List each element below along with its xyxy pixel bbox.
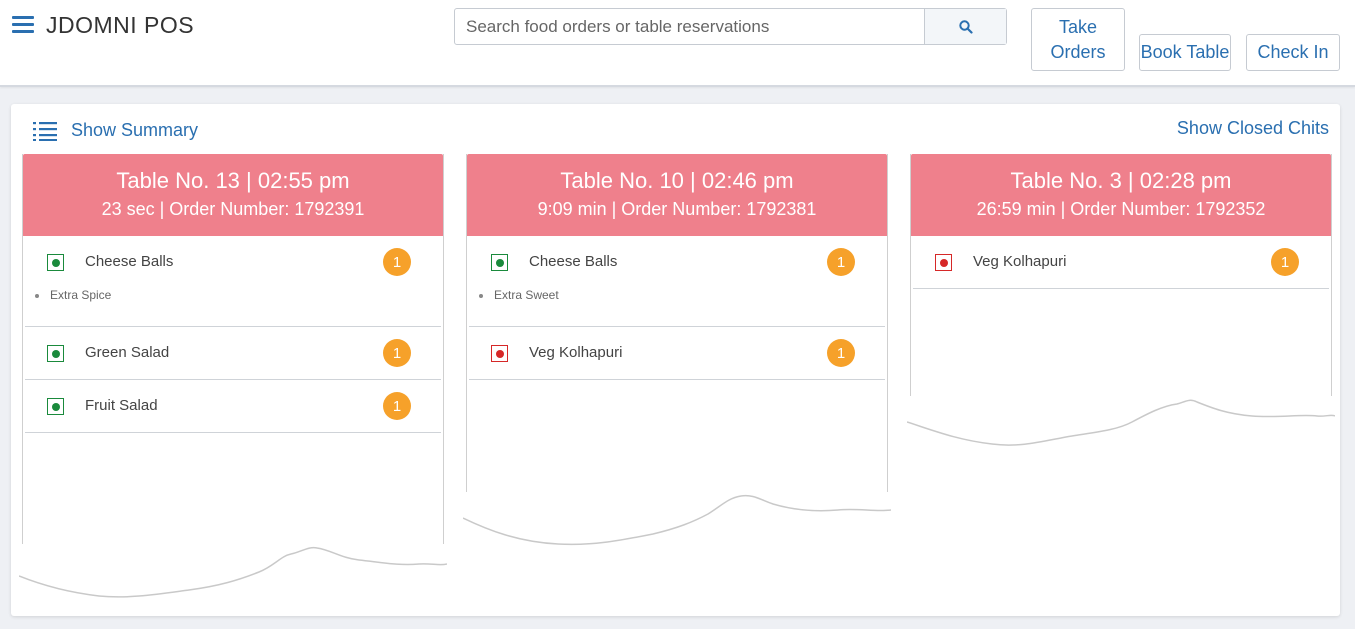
chit-subtitle: 23 sec | Order Number: 1792391 — [101, 199, 365, 219]
veg-indicator-icon — [47, 398, 64, 415]
take-orders-button[interactable]: Take Orders — [1031, 8, 1125, 71]
item-name: Green Salad — [85, 344, 170, 361]
take-orders-label-line1: Take — [1058, 16, 1097, 37]
chit-subtitle: 26:59 min | Order Number: 1792352 — [976, 199, 1266, 219]
item-note: Extra Sweet — [469, 288, 885, 326]
item-name: Fruit Salad — [85, 397, 158, 414]
quantity-badge: 1 — [827, 339, 855, 367]
item-name: Cheese Balls — [529, 253, 618, 270]
quantity-badge: 1 — [383, 392, 411, 420]
order-item[interactable]: Veg Kolhapuri 1 — [913, 236, 1329, 289]
order-item[interactable]: Green Salad 1 — [25, 327, 441, 380]
chit-title: Table No. 10 | 02:46 pm — [560, 168, 794, 193]
search-icon — [958, 19, 973, 34]
chit-subtitle: 9:09 min | Order Number: 1792381 — [537, 199, 817, 219]
torn-paper-edge — [463, 492, 891, 546]
veg-indicator-icon — [47, 254, 64, 271]
search-button[interactable] — [924, 9, 1006, 44]
item-name: Cheese Balls — [85, 253, 174, 270]
search-bar — [454, 8, 1007, 45]
order-item[interactable]: Cheese Balls 1 Extra Spice — [25, 236, 441, 327]
veg-indicator-icon — [47, 345, 64, 362]
chit-header: Table No. 13 | 02:55 pm 23 sec | Order N… — [23, 154, 443, 236]
nonveg-indicator-icon — [491, 345, 508, 362]
chit-title: Table No. 3 | 02:28 pm — [1010, 168, 1232, 193]
item-note: Extra Spice — [25, 288, 441, 326]
item-note-text: Extra Sweet — [494, 288, 559, 302]
nonveg-indicator-icon — [935, 254, 952, 271]
chit-header: Table No. 3 | 02:28 pm 26:59 min | Order… — [911, 154, 1331, 236]
show-summary-toggle[interactable]: Show Summary — [33, 120, 198, 141]
torn-paper-edge — [907, 396, 1335, 446]
chit-title: Table No. 13 | 02:55 pm — [116, 168, 350, 193]
check-in-button[interactable]: Check In — [1246, 34, 1340, 71]
top-header: JDOMNI POS Take Orders Book Table Check I… — [0, 0, 1355, 87]
take-orders-label-line2: Orders — [1050, 41, 1106, 62]
hamburger-menu-icon[interactable] — [12, 16, 34, 33]
search-input[interactable] — [455, 9, 924, 44]
list-icon — [33, 121, 57, 141]
show-summary-label: Show Summary — [71, 120, 199, 140]
order-item[interactable]: Veg Kolhapuri 1 — [469, 327, 885, 380]
order-item[interactable]: Cheese Balls 1 Extra Sweet — [469, 236, 885, 327]
quantity-badge: 1 — [827, 248, 855, 276]
order-item[interactable]: Fruit Salad 1 — [25, 380, 441, 433]
quantity-badge: 1 — [383, 248, 411, 276]
veg-indicator-icon — [491, 254, 508, 271]
quantity-badge: 1 — [383, 339, 411, 367]
item-name: Veg Kolhapuri — [973, 253, 1067, 270]
app-title: JDOMNI POS — [46, 12, 195, 38]
item-note-text: Extra Spice — [50, 288, 112, 302]
book-table-button[interactable]: Book Table — [1139, 34, 1231, 71]
item-name: Veg Kolhapuri — [529, 344, 623, 361]
quantity-badge: 1 — [1271, 248, 1299, 276]
chit-header: Table No. 10 | 02:46 pm 9:09 min | Order… — [467, 154, 887, 236]
torn-paper-edge — [19, 544, 447, 598]
show-closed-chits-link[interactable]: Show Closed Chits — [1177, 118, 1329, 139]
